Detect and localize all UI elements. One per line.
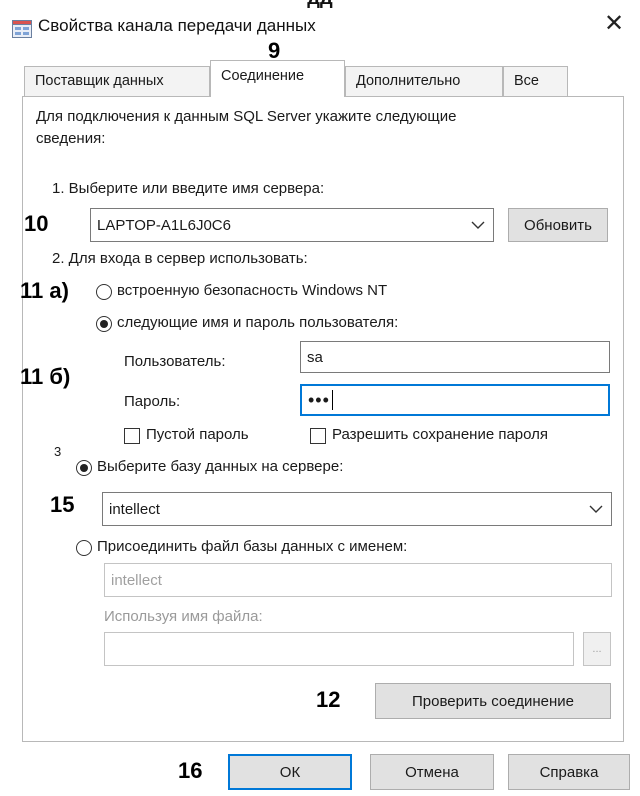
tab-data-provider[interactable]: Поставщик данных bbox=[24, 66, 210, 96]
password-input[interactable]: ••• bbox=[300, 384, 610, 416]
window-title: Свойства канала передачи данных bbox=[38, 16, 316, 35]
database-value: intellect bbox=[109, 500, 160, 518]
chevron-down-icon bbox=[589, 505, 603, 513]
attach-file-radio[interactable] bbox=[76, 540, 92, 556]
cropped-header-text: дд bbox=[0, 0, 640, 10]
server-label: 1. Выберите или введите имя сервера: bbox=[52, 180, 325, 197]
browse-button: ... bbox=[583, 632, 611, 666]
allow-save-password-label[interactable]: Разрешить сохранение пароля bbox=[332, 426, 548, 443]
data-link-properties-icon bbox=[12, 20, 32, 38]
password-label: Пароль: bbox=[124, 393, 181, 410]
server-name-value: LAPTOP-A1L6J0C6 bbox=[97, 216, 231, 234]
cancel-button[interactable]: Отмена bbox=[370, 754, 494, 790]
refresh-button[interactable]: Обновить bbox=[508, 208, 608, 242]
filename-label: Используя имя файла: bbox=[104, 608, 263, 625]
user-input[interactable]: sa bbox=[300, 341, 610, 373]
database-combobox[interactable]: intellect bbox=[102, 492, 612, 526]
windows-nt-label[interactable]: встроенную безопасность Windows NT bbox=[117, 282, 387, 299]
blank-password-label[interactable]: Пустой пароль bbox=[146, 426, 249, 443]
user-password-label[interactable]: следующие имя и пароль пользователя: bbox=[117, 314, 398, 331]
attach-file-input: intellect bbox=[104, 563, 612, 597]
attach-file-label[interactable]: Присоединить файл базы данных с именем: bbox=[97, 538, 407, 555]
blank-password-checkbox[interactable] bbox=[124, 428, 140, 444]
filename-input bbox=[104, 632, 574, 666]
password-value: ••• bbox=[308, 389, 330, 410]
intro-text-line2: сведения: bbox=[36, 130, 106, 147]
tab-connection[interactable]: Соединение bbox=[210, 60, 345, 97]
close-icon[interactable]: ✕ bbox=[604, 12, 624, 36]
select-database-radio[interactable] bbox=[76, 460, 92, 476]
auth-label: 2. Для входа в сервер использовать: bbox=[52, 250, 308, 267]
annotation-server-number: 10 bbox=[24, 211, 49, 236]
user-password-radio[interactable] bbox=[96, 316, 112, 332]
windows-nt-radio[interactable] bbox=[96, 284, 112, 300]
annotation-auth-b: 11 б) bbox=[20, 364, 71, 389]
chevron-down-icon bbox=[471, 221, 485, 229]
annotation-db-number: 15 bbox=[50, 492, 75, 517]
user-value: sa bbox=[307, 348, 323, 366]
tab-advanced[interactable]: Дополнительно bbox=[345, 66, 503, 96]
user-label: Пользователь: bbox=[124, 353, 226, 370]
select-database-label[interactable]: Выберите базу данных на сервере: bbox=[97, 458, 343, 475]
allow-save-password-checkbox[interactable] bbox=[310, 428, 326, 444]
test-connection-button[interactable]: Проверить соединение bbox=[375, 683, 611, 719]
ok-button[interactable]: ОК bbox=[228, 754, 352, 790]
text-caret bbox=[331, 390, 333, 410]
help-button[interactable]: Справка bbox=[508, 754, 630, 790]
annotation-test-number: 12 bbox=[316, 687, 341, 712]
server-name-combobox[interactable]: LAPTOP-A1L6J0C6 bbox=[90, 208, 494, 242]
attach-file-value: intellect bbox=[111, 571, 162, 589]
annotation-ok-number: 16 bbox=[178, 758, 203, 783]
annotation-db-small: 3 bbox=[54, 444, 62, 459]
intro-text-line1: Для подключения к данным SQL Server укаж… bbox=[36, 108, 457, 125]
tab-all[interactable]: Все bbox=[503, 66, 568, 96]
annotation-auth-a: 11 а) bbox=[20, 278, 69, 303]
